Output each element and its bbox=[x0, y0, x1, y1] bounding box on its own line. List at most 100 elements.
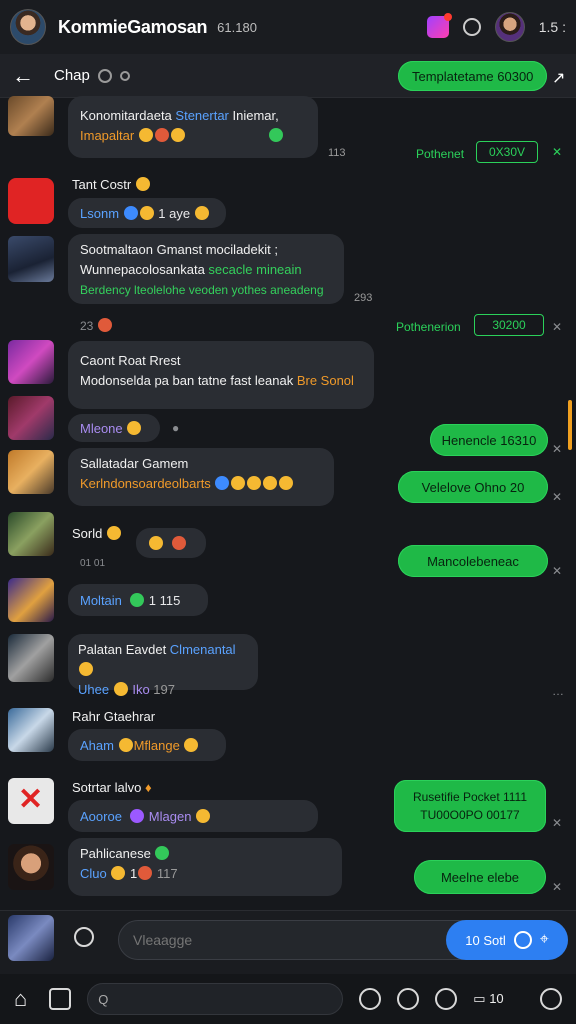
clock-icon[interactable] bbox=[435, 988, 458, 1010]
sender-name: Tant Costr bbox=[72, 177, 151, 192]
composer-bar: 10 Sotl ⌖ bbox=[0, 910, 576, 974]
status-icon bbox=[97, 68, 112, 83]
top-bar: KommieGamosan 61.180 1.5 : bbox=[0, 0, 576, 54]
message-text: Lsonm bbox=[80, 205, 120, 221]
message-text: Uhee bbox=[78, 682, 110, 697]
emoji-icon bbox=[139, 206, 154, 220]
star-icon bbox=[149, 536, 163, 550]
message-bubble: Lsonm 1 aye bbox=[68, 198, 226, 228]
message-text: Mlagen bbox=[148, 808, 192, 824]
close-icon[interactable]: ✕ bbox=[552, 145, 562, 159]
outgoing-text: Mancolebeneac bbox=[427, 553, 519, 569]
outgoing-bubble: Rusetifie Pocket 1111 TU00O0PO 00177 bbox=[394, 780, 546, 832]
template-button[interactable]: Templatetame 60300 bbox=[398, 61, 548, 91]
message-highlight: Stenertar bbox=[175, 108, 229, 123]
sender-label: Tant Costr bbox=[72, 177, 132, 192]
message-text: Modonselda pa ban tatne fast leanak bbox=[80, 373, 297, 388]
back-arrow-icon[interactable]: ← bbox=[12, 63, 40, 89]
sender-name: Caont Roat Rrest bbox=[80, 353, 181, 368]
message-text: Berdency lteolelohe veoden yothes aneade… bbox=[80, 283, 324, 297]
status-icon: ✕ bbox=[552, 816, 563, 830]
share-icon[interactable]: ↗ bbox=[552, 68, 565, 88]
emoji-icon bbox=[155, 846, 170, 860]
emoji-icon bbox=[194, 206, 209, 220]
check-icon bbox=[130, 593, 145, 607]
attach-icon[interactable] bbox=[513, 931, 532, 949]
status-icon: ✕ bbox=[552, 490, 563, 504]
outgoing-text: Velelove Ohno 20 bbox=[421, 479, 525, 495]
outgoing-bubble: Velelove Ohno 20 bbox=[398, 471, 548, 503]
timestamp: 293 bbox=[354, 292, 373, 304]
camera-icon[interactable] bbox=[49, 988, 72, 1010]
send-button[interactable]: 10 Sotl ⌖ bbox=[446, 920, 568, 960]
search-icon: Q bbox=[98, 991, 109, 1007]
message-bubble: Mleone bbox=[68, 414, 160, 442]
status-box: 0X30V bbox=[476, 141, 538, 163]
emoji-icon bbox=[196, 809, 211, 823]
reaction-bubble[interactable] bbox=[136, 528, 206, 558]
heart-icon bbox=[172, 536, 187, 550]
sender-highlight: Clmenantal bbox=[169, 642, 236, 657]
add-icon[interactable] bbox=[540, 988, 562, 1010]
profile-avatar[interactable] bbox=[10, 9, 46, 45]
more-icon[interactable]: … bbox=[552, 684, 564, 698]
timestamp: 01 01 bbox=[80, 558, 106, 569]
avatar bbox=[8, 915, 54, 961]
globe-icon[interactable] bbox=[359, 988, 382, 1010]
send-button-label: 10 Sotl bbox=[465, 932, 506, 948]
notification-icon[interactable] bbox=[426, 13, 452, 38]
template-button-label: Templatetame 60300 bbox=[412, 68, 534, 84]
emoji-picker-icon[interactable] bbox=[74, 927, 94, 947]
sender-name: Rahr Gtaehrar bbox=[72, 709, 156, 724]
settings-icon[interactable] bbox=[462, 18, 481, 36]
info-icon[interactable] bbox=[119, 70, 130, 81]
video-icon[interactable]: ▭ 10 bbox=[473, 991, 503, 1007]
search-input[interactable]: Q bbox=[87, 983, 344, 1015]
outgoing-text: Rusetifie Pocket 1111 bbox=[412, 790, 528, 804]
message-text: Aham bbox=[80, 737, 114, 753]
emoji-icon bbox=[170, 128, 185, 142]
status-box: 30200 bbox=[474, 314, 544, 336]
home-icon[interactable]: ⌂ bbox=[14, 986, 27, 1012]
status-label: Pothenerion bbox=[396, 320, 461, 334]
status-label: Pothenet bbox=[416, 147, 465, 161]
message-text: Iko bbox=[132, 682, 150, 697]
bottom-nav: ⌂ Q ▭ 10 bbox=[0, 974, 576, 1024]
sender-name: Sotrtar lalvo ♦ bbox=[72, 780, 152, 795]
message-bubble: Aham Mflange bbox=[68, 729, 226, 761]
scrollbar[interactable] bbox=[568, 400, 572, 450]
message-text: Sootmaltaon Gmanst mociladekit ; bbox=[80, 242, 278, 257]
emoji-icon bbox=[269, 128, 284, 142]
status-icon: ✕ bbox=[552, 880, 563, 894]
sender-label: Sotrtar lalvo bbox=[72, 780, 142, 795]
avatar bbox=[8, 96, 54, 136]
timestamp: 113 bbox=[328, 147, 346, 159]
message-count: 1 115 bbox=[148, 592, 181, 608]
message-count: 117 bbox=[156, 866, 178, 881]
message-text: Cluo bbox=[80, 866, 107, 881]
user-avatar[interactable] bbox=[494, 12, 525, 42]
avatar bbox=[8, 340, 54, 384]
chat-name: Chap bbox=[54, 67, 90, 84]
message-text: Imapaltar bbox=[80, 128, 135, 143]
emoji-icon bbox=[97, 318, 112, 332]
status-icon: ✕ bbox=[552, 442, 563, 456]
emoji-icon bbox=[130, 809, 145, 823]
smile-icon[interactable] bbox=[397, 988, 420, 1010]
app-title: KommieGamosan bbox=[58, 16, 208, 37]
message-bubble: Palatan Eavdet Clmenantal Uhee Iko 197 bbox=[68, 634, 258, 697]
emoji-icon bbox=[135, 177, 150, 191]
emoji-icon bbox=[184, 738, 199, 752]
message-bubble: Pahlicanese Cluo 1 117 bbox=[68, 838, 342, 896]
emoji-icon bbox=[263, 476, 278, 490]
emoji-icon bbox=[106, 526, 121, 540]
message-bubble: Aooroe Mlagen bbox=[68, 800, 318, 832]
message-text: Aooroe bbox=[80, 808, 122, 824]
emoji-icon bbox=[154, 128, 169, 142]
avatar bbox=[8, 708, 54, 752]
time-label: 23 bbox=[80, 319, 94, 333]
send-icon[interactable]: ⌖ bbox=[540, 931, 549, 949]
message-text: Mleone bbox=[80, 420, 123, 436]
emoji-icon bbox=[118, 738, 133, 752]
close-icon[interactable]: ✕ bbox=[552, 320, 562, 334]
